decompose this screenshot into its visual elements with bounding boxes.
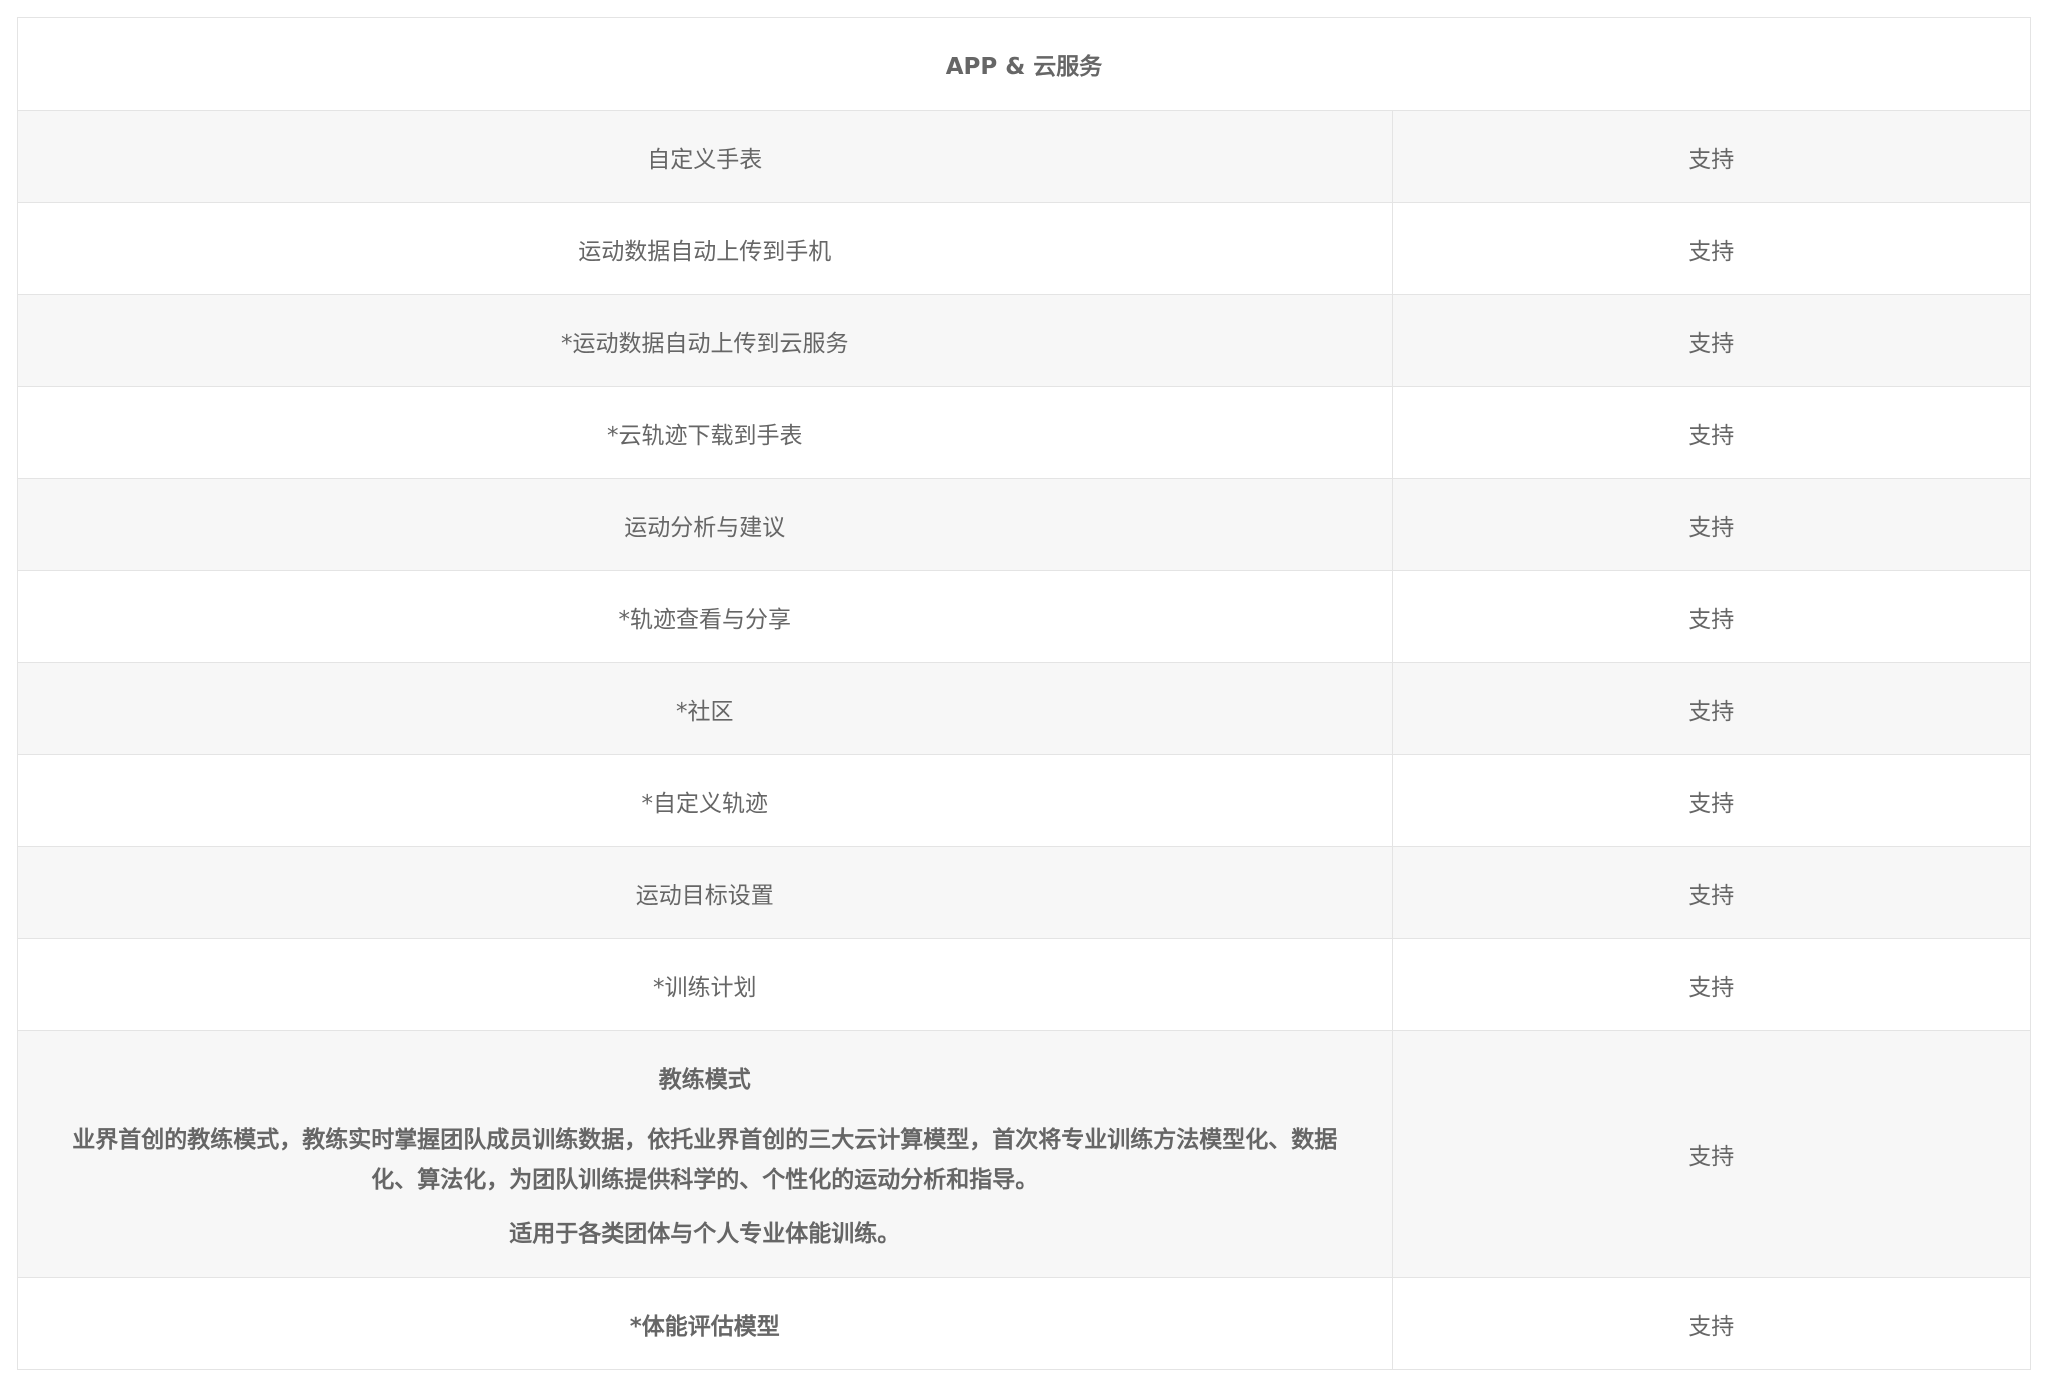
value-cell: 支持 — [1392, 754, 2030, 847]
feature-cell: 运动数据自动上传到手机 — [18, 202, 1393, 295]
table-row: 自定义手表 支持 — [18, 110, 2030, 203]
feature-cell: *训练计划 — [18, 938, 1393, 1031]
spec-table: APP & 云服务 自定义手表 支持 运动数据自动上传到手机 支持 *运动数据自… — [18, 18, 2030, 1370]
feature-cell: 自定义手表 — [18, 110, 1393, 203]
value-cell: 支持 — [1392, 294, 2030, 387]
value-cell: 支持 — [1392, 846, 2030, 939]
section-title: APP & 云服务 — [18, 18, 2030, 111]
value-cell: 支持 — [1392, 938, 2030, 1031]
table-row: *自定义轨迹 支持 — [18, 754, 2030, 847]
value-cell: 支持 — [1392, 202, 2030, 295]
table-row: *训练计划 支持 — [18, 938, 2030, 1031]
spec-table-container: APP & 云服务 自定义手表 支持 运动数据自动上传到手机 支持 *运动数据自… — [17, 17, 2031, 1370]
feature-cell: *轨迹查看与分享 — [18, 570, 1393, 663]
table-row: 运动数据自动上传到手机 支持 — [18, 202, 2030, 295]
table-row: 运动分析与建议 支持 — [18, 478, 2030, 571]
table-row: *体能评估模型 支持 — [18, 1277, 2030, 1370]
feature-cell: *自定义轨迹 — [18, 754, 1393, 847]
value-cell: 支持 — [1392, 110, 2030, 203]
coach-mode-cell: 教练模式 业界首创的教练模式，教练实时掌握团队成员训练数据，依托业界首创的三大云… — [18, 1030, 1393, 1278]
feature-cell: *云轨迹下载到手表 — [18, 386, 1393, 479]
coach-mode-description: 业界首创的教练模式，教练实时掌握团队成员训练数据，依托业界首创的三大云计算模型，… — [72, 1127, 1338, 1193]
table-row: *云轨迹下载到手表 支持 — [18, 386, 2030, 479]
table-row: *轨迹查看与分享 支持 — [18, 570, 2030, 663]
value-cell: 支持 — [1392, 662, 2030, 755]
value-cell: 支持 — [1392, 570, 2030, 663]
table-row: *运动数据自动上传到云服务 支持 — [18, 294, 2030, 387]
feature-cell: 运动分析与建议 — [18, 478, 1393, 571]
value-cell: 支持 — [1392, 478, 2030, 571]
value-cell: 支持 — [1392, 1030, 2030, 1278]
coach-mode-row: 教练模式 业界首创的教练模式，教练实时掌握团队成员训练数据，依托业界首创的三大云… — [18, 1030, 2030, 1278]
value-cell: 支持 — [1392, 1277, 2030, 1370]
feature-cell: 运动目标设置 — [18, 846, 1393, 939]
table-row: *社区 支持 — [18, 662, 2030, 755]
coach-mode-note: 适用于各类团体与个人专业体能训练。 — [509, 1221, 901, 1247]
table-row: 运动目标设置 支持 — [18, 846, 2030, 939]
feature-cell: *社区 — [18, 662, 1393, 755]
value-cell: 支持 — [1392, 386, 2030, 479]
feature-cell: *运动数据自动上传到云服务 — [18, 294, 1393, 387]
fitness-model-cell: *体能评估模型 — [18, 1277, 1393, 1370]
coach-mode-title: 教练模式 — [658, 1067, 751, 1093]
